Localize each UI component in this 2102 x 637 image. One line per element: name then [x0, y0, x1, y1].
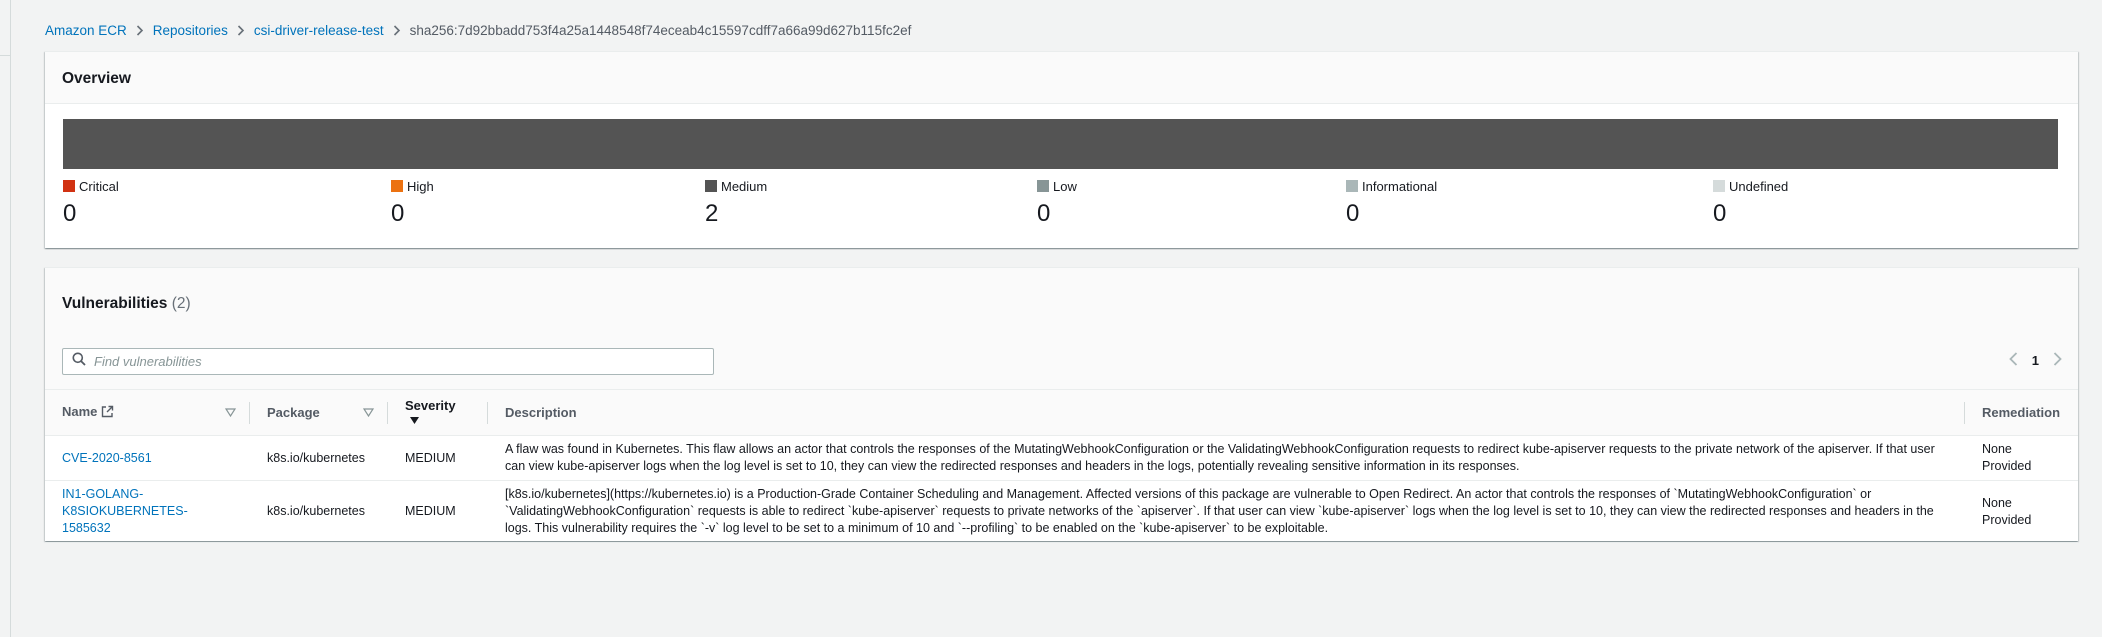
rail-divider [0, 55, 11, 56]
severity-count: 0 [63, 200, 77, 227]
table-row: CVE-2020-8561 k8s.io/kubernetes MEDIUM A… [45, 436, 2078, 481]
severity-count: 0 [1346, 200, 1360, 227]
search-icon [72, 352, 86, 371]
breadcrumb-repositories[interactable]: Repositories [153, 23, 228, 38]
critical-swatch [63, 180, 75, 192]
next-page-icon[interactable] [2053, 352, 2062, 369]
table-header-row: Name Package Severity Description Remedi… [45, 389, 2078, 436]
chevron-right-icon [228, 23, 254, 38]
severity-label: Low [1053, 178, 1077, 194]
vulnerabilities-table: Name Package Severity Description Remedi… [45, 389, 2078, 543]
severity-high: High 0 [391, 178, 434, 228]
sort-caret-icon[interactable] [362, 405, 375, 420]
severity-label: Medium [721, 178, 768, 194]
column-label: Severity [405, 397, 456, 413]
vulnerabilities-panel: Vulnerabilities (2) 1 Name [45, 267, 2078, 543]
column-header-description: Description [488, 390, 1965, 436]
severity-low: Low 0 [1037, 178, 1077, 228]
search-box [62, 348, 714, 375]
low-swatch [1037, 180, 1049, 192]
column-label: Description [505, 405, 577, 420]
breadcrumb-current-image: sha256:7d92bbadd753f4a25a1448548f74eceab… [409, 22, 912, 38]
current-page[interactable]: 1 [2032, 353, 2039, 368]
severity-count: 0 [1713, 200, 1727, 227]
remediation-cell: None Provided [1982, 442, 2032, 473]
column-label: Remediation [1982, 405, 2061, 420]
severity-count: 2 [705, 200, 719, 227]
sort-descending-icon[interactable] [409, 413, 420, 428]
breadcrumb: Amazon ECR Repositories csi-driver-relea… [45, 20, 911, 40]
severity-critical: Critical 0 [63, 178, 119, 228]
description-cell: [k8s.io/kubernetes](https://kubernetes.i… [505, 487, 1934, 535]
severity-medium: Medium 2 [705, 178, 767, 228]
column-header-package[interactable]: Package [250, 390, 388, 436]
vulnerabilities-header: Vulnerabilities (2) 1 [45, 268, 2078, 389]
medium-swatch [705, 180, 717, 192]
breadcrumb-amazon-ecr[interactable]: Amazon ECR [45, 23, 127, 38]
package-cell: k8s.io/kubernetes [267, 504, 365, 518]
undefined-swatch [1713, 180, 1725, 192]
severity-count: 0 [391, 200, 405, 227]
external-link-icon [101, 405, 114, 421]
overview-header: Overview [45, 52, 2078, 104]
severity-cell: MEDIUM [405, 504, 456, 518]
breadcrumb-repository[interactable]: csi-driver-release-test [254, 23, 384, 38]
vulnerabilities-count: (2) [171, 295, 191, 312]
chevron-right-icon [384, 23, 410, 38]
high-swatch [391, 180, 403, 192]
overview-title: Overview [62, 70, 131, 87]
left-nav-rail [0, 0, 11, 637]
overview-panel: Overview Critical 0 High 0 Medium 2 Low … [45, 51, 2078, 248]
column-header-name[interactable]: Name [45, 390, 250, 436]
severity-undefined: Undefined 0 [1713, 178, 1788, 228]
sort-caret-icon[interactable] [224, 405, 237, 420]
vulnerabilities-title-text: Vulnerabilities [62, 295, 168, 312]
package-cell: k8s.io/kubernetes [267, 450, 365, 465]
previous-page-icon[interactable] [2008, 352, 2018, 369]
column-label: Package [267, 405, 320, 420]
severity-distribution-bar [63, 119, 2058, 169]
severity-cell: MEDIUM [405, 450, 456, 465]
severity-label: High [407, 178, 434, 194]
column-label: Name [62, 404, 98, 420]
table-row: IN1-GOLANG-K8SIOKUBERNETES-1585632 k8s.i… [45, 481, 2078, 543]
search-input[interactable] [94, 354, 694, 369]
severity-informational: Informational 0 [1346, 178, 1437, 228]
severity-count: 0 [1037, 200, 1051, 227]
vulnerability-name-link[interactable]: CVE-2020-8561 [62, 451, 152, 465]
severity-label: Informational [1362, 178, 1438, 194]
column-header-severity[interactable]: Severity [388, 390, 488, 436]
column-header-remediation: Remediation [1965, 390, 2078, 436]
description-cell: A flaw was found in Kubernetes. This fla… [505, 442, 1935, 473]
chevron-right-icon [127, 23, 153, 38]
remediation-cell: None Provided [1982, 495, 2032, 527]
vulnerabilities-title: Vulnerabilities (2) [62, 295, 191, 313]
vulnerability-name-link[interactable]: IN1-GOLANG-K8SIOKUBERNETES-1585632 [62, 487, 188, 535]
informational-swatch [1346, 180, 1358, 192]
severity-label: Undefined [1729, 178, 1789, 194]
severity-label: Critical [79, 178, 119, 194]
pagination: 1 [2008, 352, 2062, 369]
